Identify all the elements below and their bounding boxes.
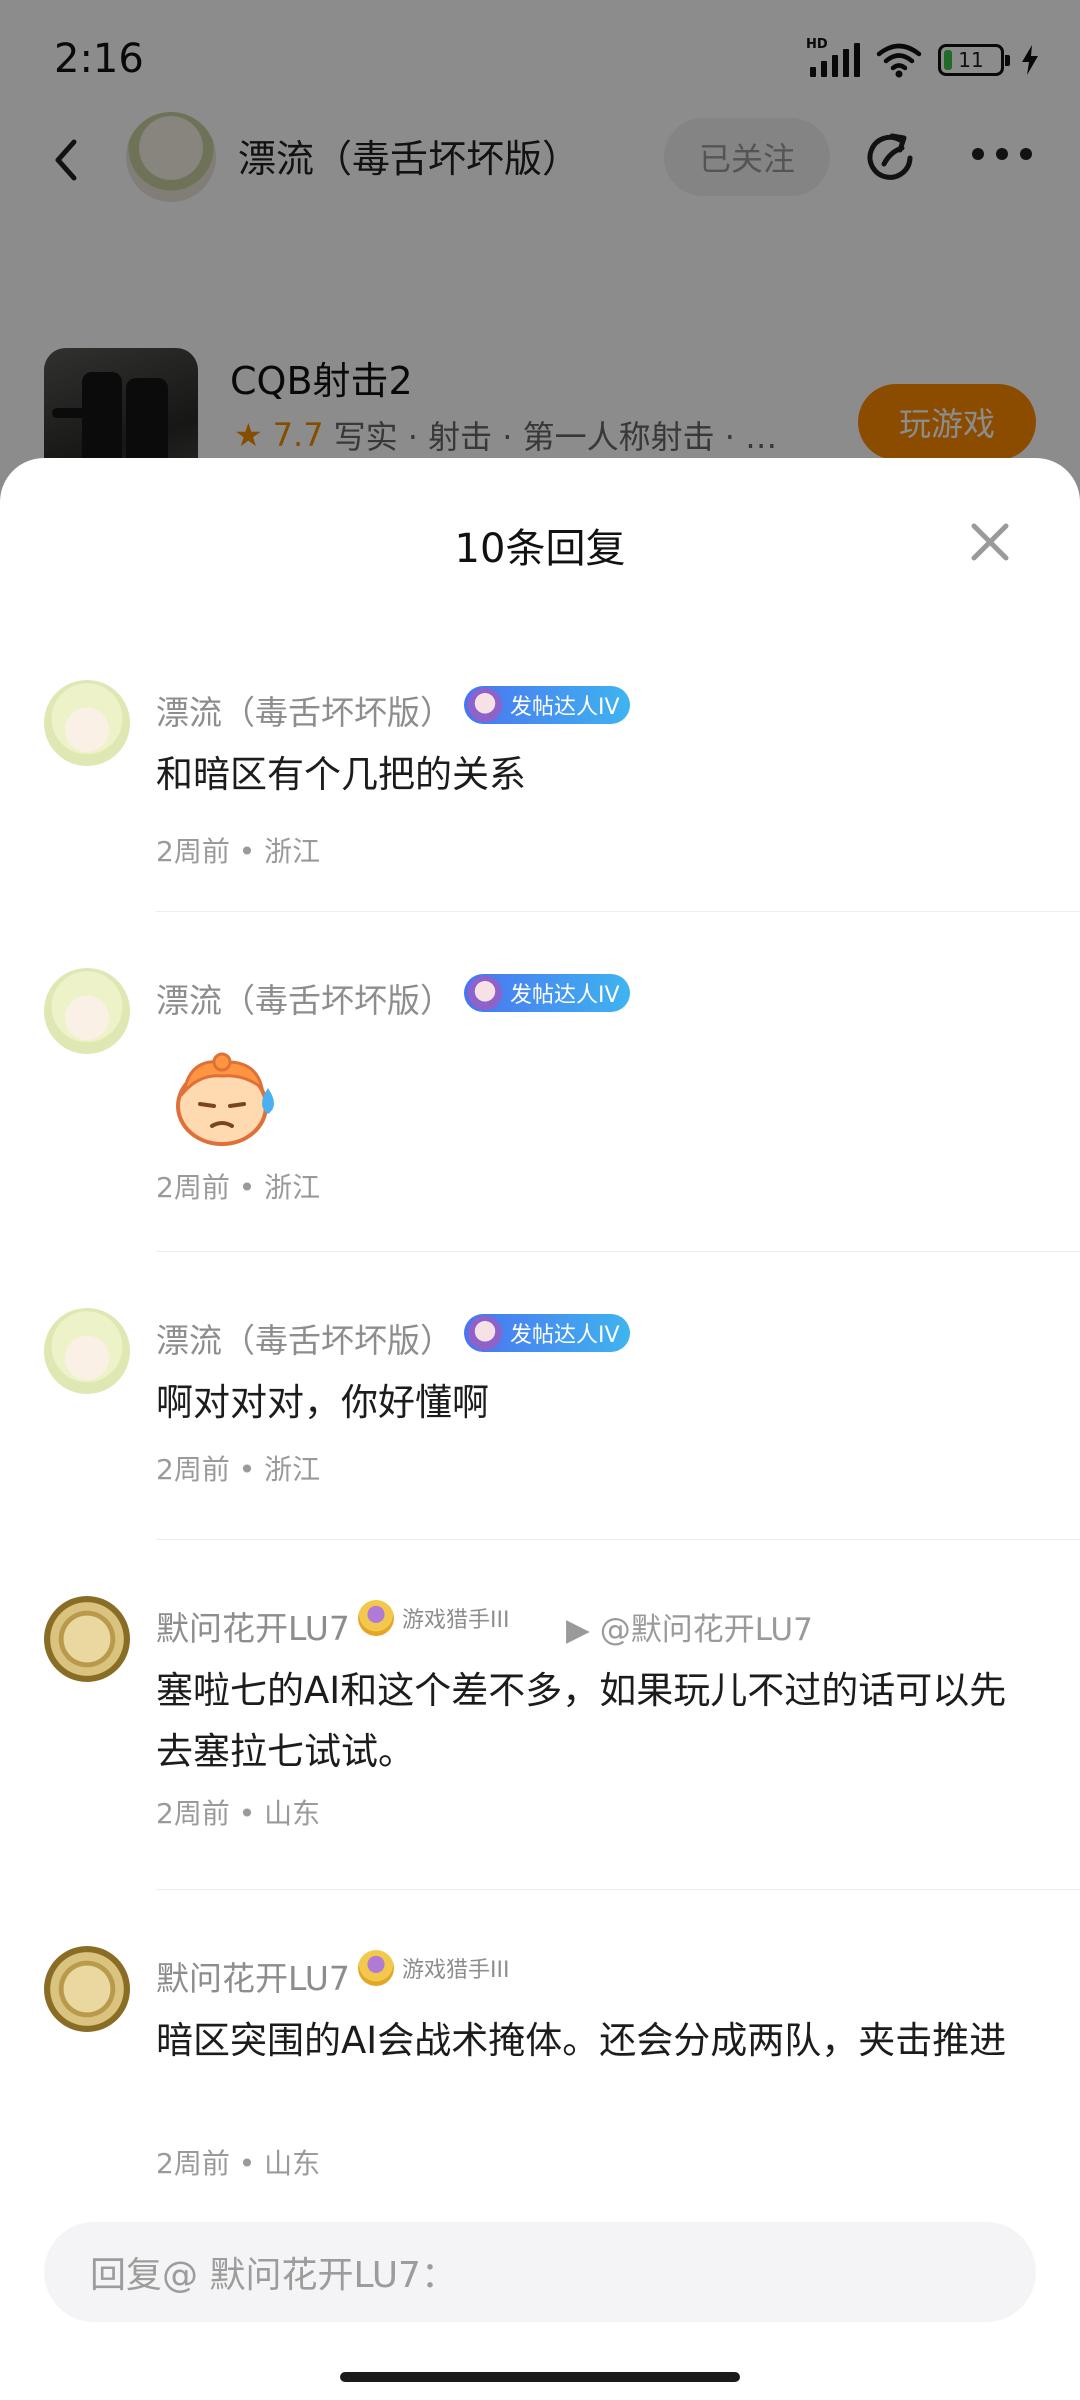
avatar[interactable] <box>44 1946 130 2032</box>
avatar[interactable] <box>44 968 130 1054</box>
badge-icon <box>468 1316 502 1350</box>
badge-icon <box>468 976 502 1010</box>
reply-username[interactable]: 漂流（毒舌坏坏版） <box>156 974 453 1022</box>
reply-text: 啊对对对，你好懂啊 <box>156 1381 489 1424</box>
reply-text: 塞啦七的AI和这个差不多，如果玩儿不过的话可以先去塞拉七试试。 <box>156 1669 1007 1773</box>
badge-hunter: 游戏猎手III <box>358 1600 509 1636</box>
sweat-face-sticker <box>176 1052 274 1146</box>
badge-label: 发帖达人IV <box>510 1323 620 1348</box>
badge-poster: 发帖达人IV <box>464 974 630 1012</box>
divider <box>156 1251 1080 1252</box>
badge-label: 游戏猎手III <box>402 1958 510 1983</box>
reply-input[interactable]: 回复@ 默问花开LU7： <box>44 2222 1036 2322</box>
reply-username[interactable]: 漂流（毒舌坏坏版） <box>156 1314 453 1362</box>
reply-to-mention[interactable]: ▶ @默问花开LU7 <box>566 1604 813 1649</box>
reply-meta: 2周前 • 浙江 <box>156 1171 321 1204</box>
reply-meta: 2周前 • 浙江 <box>156 1453 321 1486</box>
reply-text: 暗区突围的AI会战术掩体。还会分成两队，夹击推进 <box>156 2019 1007 2062</box>
badge-icon <box>358 1600 394 1636</box>
badge-label: 游戏猎手III <box>402 1608 510 1633</box>
divider <box>156 1889 1080 1890</box>
divider <box>156 1539 1080 1540</box>
reply-input-placeholder: 回复@ 默问花开LU7： <box>90 2255 457 2296</box>
replies-sheet: 10条回复 漂流（毒舌坏坏版） 发帖达人IV 和暗区有个几把的关系 2周前 • … <box>0 458 1080 2400</box>
reply-text: 和暗区有个几把的关系 <box>156 753 526 796</box>
avatar[interactable] <box>44 1596 130 1682</box>
avatar[interactable] <box>44 1308 130 1394</box>
badge-label: 发帖达人IV <box>510 695 620 720</box>
battery-level: 11 <box>958 48 984 72</box>
reply-username[interactable]: 默问花开LU7 <box>156 1602 350 1650</box>
avatar[interactable] <box>44 680 130 766</box>
home-indicator[interactable] <box>340 2372 740 2382</box>
sheet-title: 10条回复 <box>454 526 626 572</box>
reply-meta: 2周前 • 浙江 <box>156 835 321 868</box>
badge-icon <box>468 688 502 722</box>
reply-username[interactable]: 默问花开LU7 <box>156 1952 350 2000</box>
badge-icon <box>358 1950 394 1986</box>
badge-poster: 发帖达人IV <box>464 686 630 724</box>
reply-meta: 2周前 • 山东 <box>156 1797 321 1830</box>
badge-hunter: 游戏猎手III <box>358 1950 509 1986</box>
divider <box>156 911 1080 912</box>
reply-username[interactable]: 漂流（毒舌坏坏版） <box>156 686 453 734</box>
reply-meta: 2周前 • 山东 <box>156 2147 321 2180</box>
badge-poster: 发帖达人IV <box>464 1314 630 1352</box>
badge-label: 发帖达人IV <box>510 983 620 1008</box>
close-icon[interactable] <box>968 520 1012 564</box>
